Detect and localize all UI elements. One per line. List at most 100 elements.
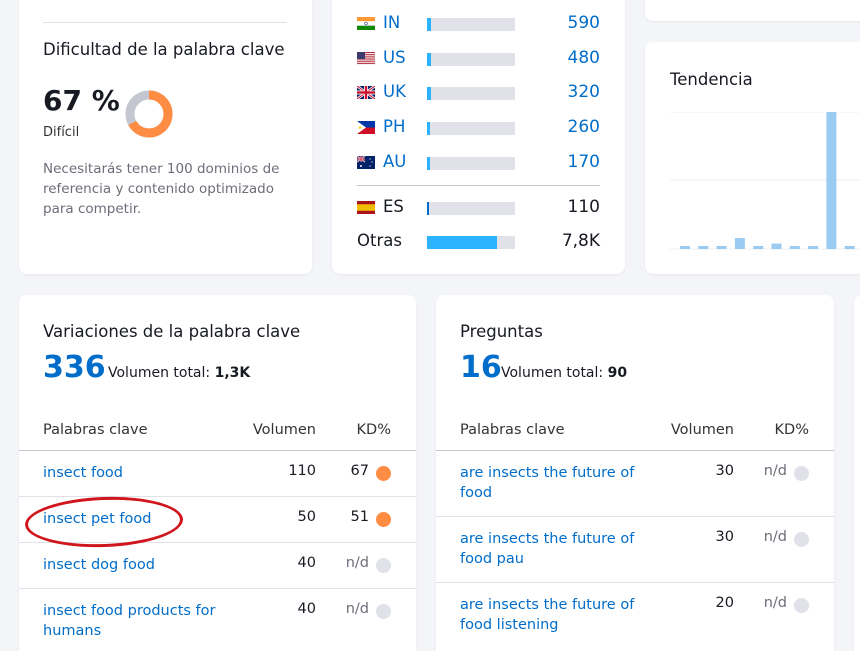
trend-title: Tendencia bbox=[670, 70, 753, 89]
keyword-link[interactable]: insect dog food bbox=[43, 555, 243, 575]
kd-indicator-dot bbox=[376, 466, 391, 481]
trend-bar[interactable] bbox=[753, 246, 764, 249]
others-volume: 7,8K bbox=[561, 231, 600, 251]
country-volume[interactable]: 260 bbox=[568, 117, 600, 137]
questions-count[interactable]: 16 bbox=[460, 350, 502, 385]
trend-bar[interactable] bbox=[808, 246, 819, 249]
spain-flag-icon bbox=[357, 199, 375, 214]
country-row-uk[interactable]: UK 320 bbox=[356, 82, 600, 102]
keyword-volume: 50 bbox=[297, 509, 316, 525]
country-share-bar bbox=[427, 18, 515, 31]
variations-title: Variaciones de la palabra clave bbox=[43, 322, 301, 341]
keyword-kd: n/d bbox=[763, 529, 787, 545]
country-share-fill bbox=[427, 87, 431, 100]
keyword-difficulty-card: Dificultad de la palabra clave 67 % Difí… bbox=[19, 0, 312, 274]
table-header: Palabras clave Volumen KD% bbox=[19, 417, 416, 451]
column-volume: Volumen bbox=[670, 422, 734, 438]
kd-donut-chart bbox=[125, 90, 173, 138]
column-keyword: Palabras clave bbox=[43, 422, 148, 438]
trend-bar[interactable] bbox=[716, 246, 727, 249]
kd-level: Difícil bbox=[43, 125, 80, 140]
philippines-flag-icon bbox=[357, 119, 375, 134]
others-label: Otras bbox=[357, 231, 402, 250]
keyword-volume: 30 bbox=[715, 529, 734, 545]
country-code[interactable]: IN bbox=[383, 13, 400, 32]
kd-value: 67 % bbox=[43, 84, 120, 117]
keyword-kd: n/d bbox=[345, 555, 369, 571]
keyword-link[interactable]: are insects the future of food listening bbox=[460, 595, 660, 635]
country-share-bar bbox=[427, 87, 515, 100]
table-row: are insects the future of food listening… bbox=[436, 583, 834, 651]
country-share-fill bbox=[427, 18, 432, 31]
trend-bar[interactable] bbox=[844, 246, 855, 249]
country-code[interactable]: US bbox=[383, 48, 406, 67]
keyword-volume: 40 bbox=[297, 601, 316, 617]
keyword-link[interactable]: are insects the future of food bbox=[460, 463, 660, 503]
australia-flag-icon bbox=[356, 154, 375, 169]
trend-bar[interactable] bbox=[826, 112, 837, 249]
country-share-fill bbox=[427, 122, 430, 135]
country-volume: 110 bbox=[567, 197, 600, 217]
table-header: Palabras clave Volumen KD% bbox=[436, 417, 834, 451]
country-share-fill bbox=[427, 53, 431, 66]
keyword-volume: 20 bbox=[715, 595, 734, 611]
trend-chart bbox=[670, 112, 860, 250]
country-code[interactable]: AU bbox=[383, 152, 406, 171]
keyword-link[interactable]: insect food bbox=[43, 463, 243, 483]
country-code[interactable]: UK bbox=[383, 82, 406, 101]
trend-bar[interactable] bbox=[771, 243, 782, 249]
table-row: insect food products for humans 40 n/d bbox=[19, 589, 416, 651]
trend-card: Tendencia bbox=[645, 42, 860, 274]
country-code: ES bbox=[383, 197, 404, 216]
questions-total: Volumen total: 90 bbox=[501, 365, 627, 381]
trend-bar[interactable] bbox=[734, 238, 745, 249]
partial-card-edge bbox=[854, 295, 860, 651]
country-volume[interactable]: 320 bbox=[568, 82, 600, 102]
keyword-volume: 40 bbox=[297, 555, 316, 571]
country-share-bar bbox=[427, 53, 515, 66]
total-volume-value: 1,3K bbox=[214, 365, 251, 381]
keyword-kd: n/d bbox=[763, 595, 787, 611]
total-volume-label: Volumen total: bbox=[108, 365, 211, 381]
kd-indicator-dot bbox=[794, 466, 809, 481]
india-flag-icon bbox=[357, 15, 375, 30]
country-row-in[interactable]: IN 590 bbox=[357, 13, 600, 33]
country-row-current: ES 110 bbox=[357, 197, 600, 217]
keyword-link[interactable]: are insects the future of food pau bbox=[460, 529, 660, 569]
keyword-link[interactable]: insect food products for humans bbox=[43, 601, 243, 641]
country-volume[interactable]: 480 bbox=[568, 48, 600, 68]
column-kd: KD% bbox=[356, 422, 391, 438]
others-share-fill bbox=[427, 236, 498, 249]
country-volume[interactable]: 590 bbox=[568, 13, 600, 33]
total-volume-value: 90 bbox=[607, 365, 628, 381]
country-code[interactable]: PH bbox=[383, 117, 405, 136]
trend-bar[interactable] bbox=[789, 246, 800, 249]
keyword-kd: n/d bbox=[345, 601, 369, 617]
keyword-kd: 51 bbox=[350, 509, 369, 525]
countries-volume-card: IN 590 US 480 UK 320 PH 260 AU 170 ES 110 Otras 7,8K bbox=[332, 0, 625, 274]
country-row-others: Otras 7,8K bbox=[357, 231, 600, 251]
keyword-volume: 30 bbox=[715, 463, 734, 479]
country-row-au[interactable]: AU 170 bbox=[356, 152, 600, 172]
usa-flag-icon bbox=[357, 50, 375, 65]
table-row: insect food 110 67 bbox=[19, 451, 416, 497]
table-row: insect dog food 40 n/d bbox=[19, 543, 416, 589]
keyword-variations-card: Variaciones de la palabra clave 336 Volu… bbox=[19, 295, 416, 651]
kd-indicator-dot bbox=[376, 604, 391, 619]
country-share-fill bbox=[427, 157, 430, 170]
kd-description: Necesitarás tener 100 dominios de refere… bbox=[43, 161, 280, 217]
uk-flag-icon bbox=[356, 84, 376, 101]
trend-bar[interactable] bbox=[698, 246, 709, 249]
kd-title: Dificultad de la palabra clave bbox=[43, 40, 285, 59]
keyword-volume: 110 bbox=[288, 463, 316, 479]
kd-indicator-dot bbox=[794, 598, 809, 613]
keyword-kd: n/d bbox=[763, 463, 787, 479]
partial-card bbox=[645, 0, 860, 21]
divider bbox=[43, 22, 287, 23]
variations-count[interactable]: 336 bbox=[43, 350, 106, 385]
questions-card: Preguntas 16 Volumen total: 90 Palabras … bbox=[436, 295, 834, 651]
country-volume[interactable]: 170 bbox=[568, 152, 600, 172]
country-row-ph[interactable]: PH 260 bbox=[357, 117, 600, 137]
country-row-us[interactable]: US 480 bbox=[357, 48, 600, 68]
trend-bar[interactable] bbox=[680, 246, 690, 249]
